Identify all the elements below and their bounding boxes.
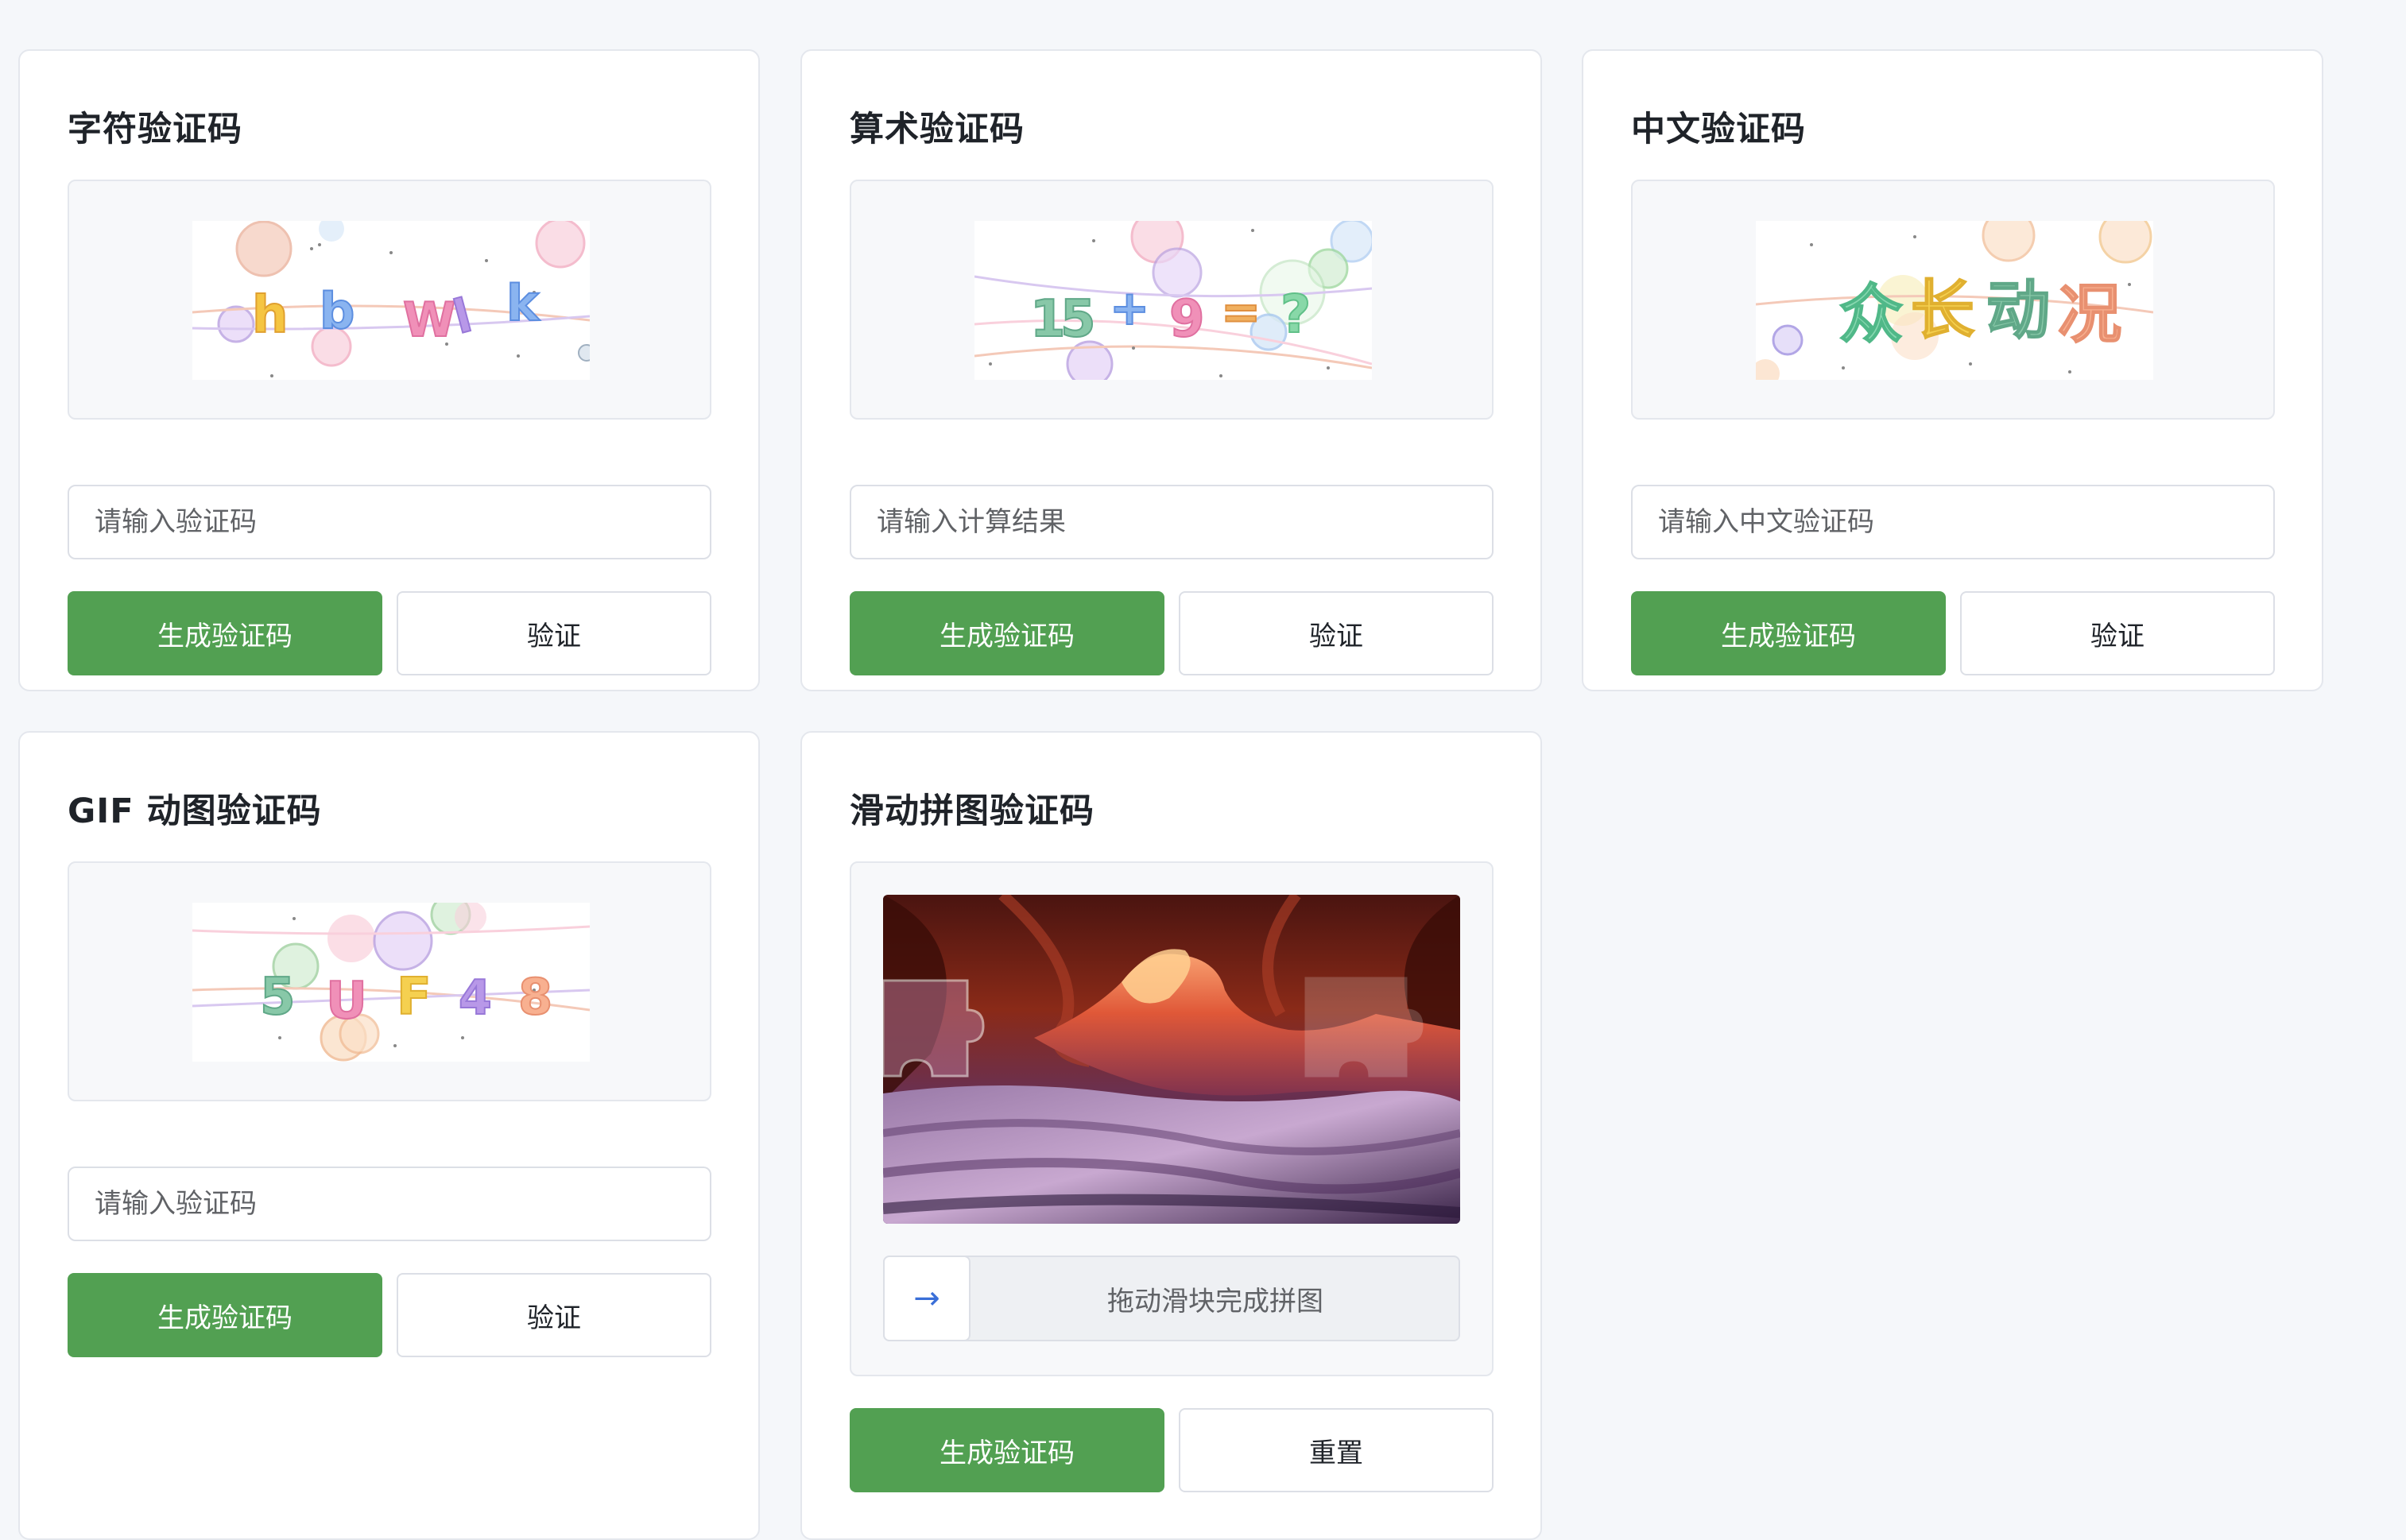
verify-button[interactable]: 验证 [1179,591,1494,675]
captcha-image[interactable]: 众 长 动 况 [1756,221,2153,380]
char-captcha-card: 字符验证码 h b W l k 生成验证码 验证 [18,49,760,691]
captcha-image[interactable]: 1 5 + 9 = ? [974,221,1372,380]
captcha-char: W [403,292,455,348]
captcha-char: 9 [1169,290,1205,349]
verify-button[interactable]: 验证 [397,1273,711,1357]
captcha-char: 动 [1986,273,2050,347]
captcha-char: ? [1280,284,1311,345]
captcha-char: 8 [518,968,552,1026]
captcha-char: 况 [2058,277,2121,351]
captcha-char: h [252,286,289,345]
captcha-char: 5 [260,968,296,1027]
captcha-char: 5 [1060,290,1096,349]
captcha-char: + [1110,281,1149,336]
slider-hint: 拖动滑块完成拼图 [1107,1285,1323,1318]
captcha-input[interactable] [1631,485,2275,559]
captcha-image-box: 众 长 动 况 [1631,180,2275,420]
slider-track[interactable]: → 拖动滑块完成拼图 [883,1256,1460,1341]
captcha-char: b [320,282,355,340]
card-title: 滑动拼图验证码 [850,791,1095,831]
puzzle-hole [1304,977,1424,1078]
captcha-image-box: 1 5 + 9 = ? [850,180,1494,420]
puzzle-piece [883,979,985,1078]
captcha-char: k [506,274,540,332]
puzzle-background-image [883,895,1460,1224]
slider-puzzle-captcha-card: 滑动拼图验证码 → 拖动滑块完成拼图 生成验证码 重置 [800,731,1542,1540]
arrow-right-icon: → [913,1280,940,1317]
captcha-char: 4 [459,970,492,1026]
card-title: GIF 动图验证码 [68,791,322,831]
captcha-input[interactable] [68,1167,711,1241]
verify-button[interactable]: 验证 [1960,591,2275,675]
captcha-image[interactable]: 5 U F 4 8 [192,903,590,1062]
captcha-char: 众 [1839,277,1903,351]
captcha-image-box: 5 U F 4 8 [68,861,711,1101]
generate-captcha-button[interactable]: 生成验证码 [68,1273,382,1357]
gif-captcha-card: GIF 动图验证码 5 U F 4 8 生成验证码 [18,731,760,1540]
generate-captcha-button[interactable]: 生成验证码 [68,591,382,675]
captcha-char: U [326,972,367,1031]
verify-button[interactable]: 验证 [397,591,711,675]
card-title: 算术验证码 [850,110,1025,149]
reset-button[interactable]: 重置 [1179,1408,1494,1492]
captcha-image[interactable]: h b W l k [192,221,590,380]
arithmetic-captcha-card: 算术验证码 1 5 + 9 = ? 请输入计算结果 生成验证码 验证 [800,49,1542,691]
captcha-image-box: h b W l k [68,180,711,420]
card-title: 字符验证码 [68,110,242,149]
slider-handle[interactable]: → [883,1256,971,1341]
captcha-char: = [1221,284,1261,340]
slider-panel: → 拖动滑块完成拼图 [850,861,1494,1376]
generate-captcha-button[interactable]: 生成验证码 [850,1408,1164,1492]
card-title: 中文验证码 [1631,110,1806,149]
captcha-input[interactable] [850,485,1494,559]
captcha-char: F [397,968,432,1027]
chinese-captcha-card: 中文验证码 众 长 动 况 生成验证码 验证 [1582,49,2323,691]
generate-captcha-button[interactable]: 生成验证码 [1631,591,1946,675]
generate-captcha-button[interactable]: 生成验证码 [850,591,1164,675]
captcha-char: 长 [1911,273,1974,347]
captcha-input[interactable] [68,485,711,559]
